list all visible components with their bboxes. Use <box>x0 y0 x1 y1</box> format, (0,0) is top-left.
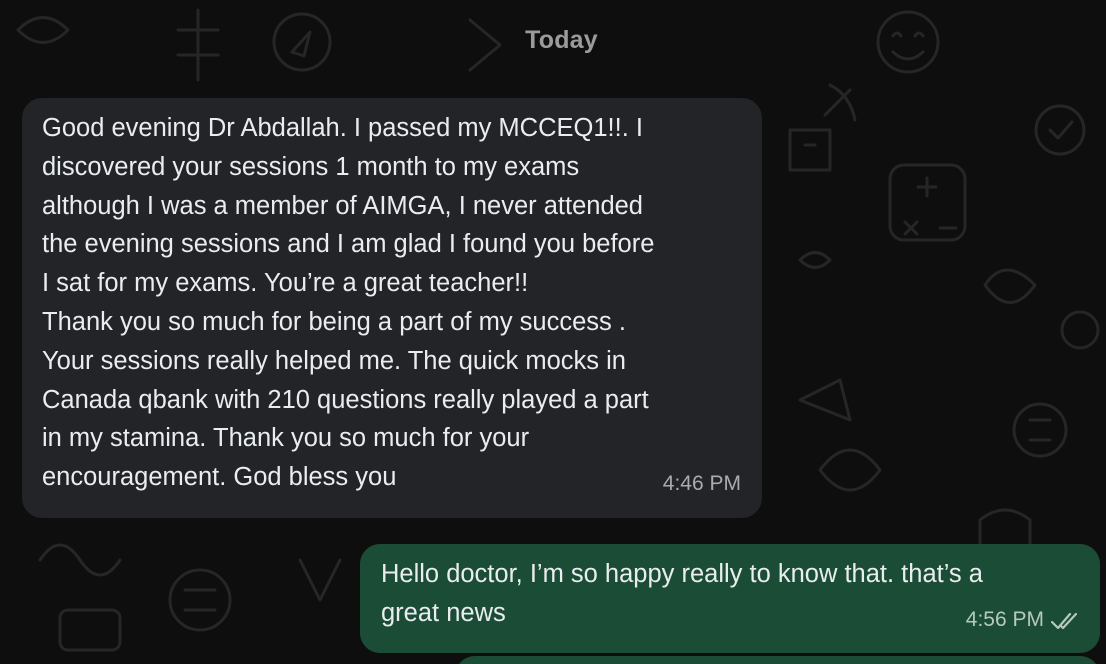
message-meta: 4:56 PM <box>966 601 1080 640</box>
double-check-read-icon <box>1050 612 1078 629</box>
message-timestamp: 4:46 PM <box>662 472 741 496</box>
message-meta: 4:46 PM <box>663 465 741 504</box>
incoming-message-bubble[interactable]: Good evening Dr Abdallah. I passed my MC… <box>22 98 762 518</box>
chat-conversation-pane[interactable]: Today Good evening Dr Abdallah. I passed… <box>0 0 1106 664</box>
outgoing-message-bubble[interactable]: Hello doctor, I’m so happy really to kno… <box>360 544 1100 653</box>
outgoing-message-bubble-partial[interactable] <box>455 656 1100 664</box>
message-timestamp: 4:56 PM <box>965 608 1044 632</box>
date-separator: Today <box>525 26 598 54</box>
message-text: Good evening Dr Abdallah. I passed my MC… <box>42 114 655 492</box>
